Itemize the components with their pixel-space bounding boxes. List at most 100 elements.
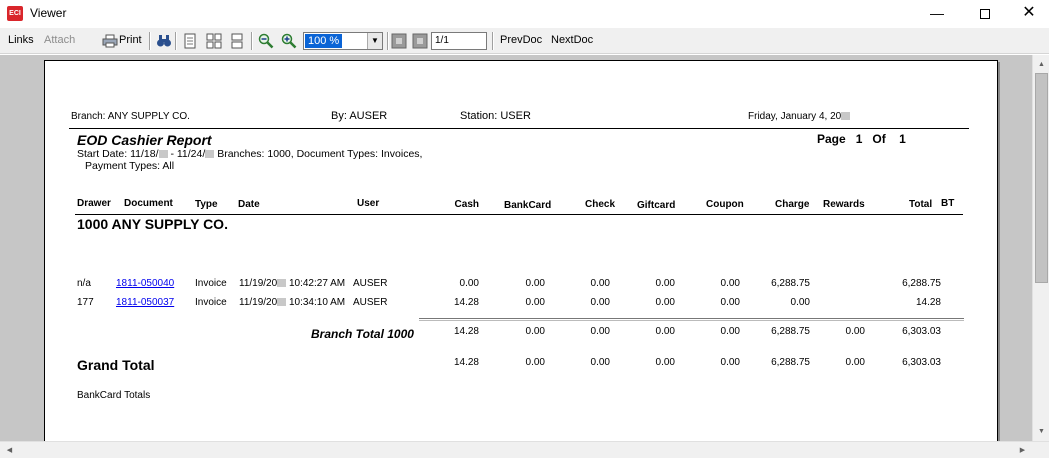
toolbar-separator [149,32,151,50]
scroll-up-icon[interactable]: ▲ [1035,58,1048,71]
branch-heading: 1000 ANY SUPPLY CO. [77,216,228,232]
toolbar-separator [492,32,494,50]
scroll-left-icon[interactable]: ◀ [3,444,16,457]
row-coupon: 0.00 [720,297,740,308]
scroll-down-icon[interactable]: ▼ [1035,425,1048,438]
title-bar: ECI Viewer — ✕ [0,0,1049,28]
row-giftcard: 0.00 [655,278,675,289]
eci-app-icon: ECI [7,6,23,21]
header-rule [69,128,969,129]
single-page-icon[interactable] [182,33,198,49]
toolbar-separator [175,32,177,50]
multi-page-icon[interactable] [206,33,222,49]
branch-label: Branch: ANY SUPPLY CO. [71,111,190,122]
grand-total-total: 6,303.03 [902,357,941,368]
grand-total-rewards: 0.00 [845,357,865,368]
document-viewport[interactable]: Branch: ANY SUPPLY CO. By: AUSER Station… [0,55,1032,441]
redacted-block [277,279,287,287]
print-button[interactable]: Print [119,34,142,46]
nextdoc-button[interactable]: NextDoc [551,34,593,46]
report-date: Friday, January 4, 20 [748,111,851,122]
row-giftcard: 0.00 [655,297,675,308]
previous-page-icon[interactable] [391,33,407,49]
grand-total-label: Grand Total [77,357,155,373]
row-type: Invoice [195,278,227,289]
zoom-in-icon[interactable] [281,33,297,49]
row-type: Invoice [195,297,227,308]
minimize-button[interactable]: — [914,0,960,28]
scroll-right-icon[interactable]: ▶ [1016,444,1029,457]
branch-total-coupon: 0.00 [720,326,740,337]
row-date: 11/19/20 10:34:10 AM [239,297,346,308]
redacted-block [205,150,215,158]
report-page: Branch: ANY SUPPLY CO. By: AUSER Station… [44,60,998,441]
document-link[interactable]: 1811-050037 [116,297,174,308]
links-button[interactable]: Links [8,34,34,46]
toolbar: Links Attach Print 100 % ▼ 1/1 PrevDoc N… [0,28,1049,54]
row-check: 0.00 [590,278,610,289]
toolbar-separator [387,32,389,50]
col-drawer: Drawer [77,198,111,209]
page-number-input[interactable]: 1/1 [431,32,487,50]
col-user: User [357,198,380,209]
vertical-scroll-thumb[interactable] [1035,73,1048,283]
branch-total-charge: 6,288.75 [771,326,810,337]
col-coupon: Coupon [706,199,744,210]
continuous-page-icon[interactable] [229,33,245,49]
col-date: Date [238,199,260,210]
col-bankcard: BankCard [504,200,552,211]
maximize-button[interactable] [962,0,1008,28]
maximize-icon [980,9,990,20]
col-check: Check [585,199,616,210]
filter-line-1: Start Date: 11/18/ - 11/24/ Branches: 10… [77,148,423,160]
filter-line-2: Payment Types: All [85,160,175,172]
col-document: Document [124,198,173,209]
window-title: Viewer [30,6,67,20]
binoculars-icon[interactable] [156,33,172,49]
row-date: 11/19/20 10:42:27 AM [239,278,346,289]
prevdoc-button[interactable]: PrevDoc [500,34,542,46]
bankcard-totals-label: BankCard Totals [77,390,151,401]
branch-total-rewards: 0.00 [845,326,865,337]
branch-total-check: 0.00 [590,326,610,337]
grand-total-bankcard: 0.00 [525,357,545,368]
redacted-block [158,150,168,158]
total-rule [419,318,964,321]
zoom-value: 100 % [305,34,343,48]
branch-total-giftcard: 0.00 [655,326,675,337]
grand-total-charge: 6,288.75 [771,357,810,368]
branch-total-cash: 14.28 [453,326,479,337]
col-bt: BT [941,198,955,209]
row-total: 6,288.75 [902,278,941,289]
col-cash: Cash [454,199,479,210]
page-indicator: Page 1 Of 1 [817,132,906,146]
close-button[interactable]: ✕ [1006,0,1049,28]
col-rewards: Rewards [823,199,865,210]
row-drawer: n/a [77,278,91,289]
next-page-icon[interactable] [412,33,428,49]
chevron-down-icon[interactable]: ▼ [367,33,382,49]
printer-icon[interactable] [102,33,118,49]
row-bankcard: 0.00 [525,278,545,289]
row-cash: 14.28 [453,297,479,308]
row-total: 14.28 [915,297,941,308]
branch-total-label: Branch Total 1000 [311,327,414,341]
row-user: AUSER [353,297,388,308]
row-coupon: 0.00 [720,278,740,289]
row-check: 0.00 [590,297,610,308]
by-label: By: AUSER [331,110,388,122]
zoom-select[interactable]: 100 % ▼ [303,32,383,50]
redacted-block [841,112,851,120]
row-charge: 6,288.75 [771,278,810,289]
grand-total-giftcard: 0.00 [655,357,675,368]
horizontal-scrollbar[interactable]: ◀ ▶ [0,441,1049,458]
grand-total-check: 0.00 [590,357,610,368]
row-user: AUSER [353,278,388,289]
zoom-out-icon[interactable] [258,33,274,49]
attach-button[interactable]: Attach [44,34,75,46]
document-link[interactable]: 1811-050040 [116,278,174,289]
branch-total-bankcard: 0.00 [525,326,545,337]
grand-total-cash: 14.28 [453,357,479,368]
vertical-scrollbar[interactable]: ▲ ▼ [1032,55,1049,441]
col-giftcard: Giftcard [637,200,676,211]
